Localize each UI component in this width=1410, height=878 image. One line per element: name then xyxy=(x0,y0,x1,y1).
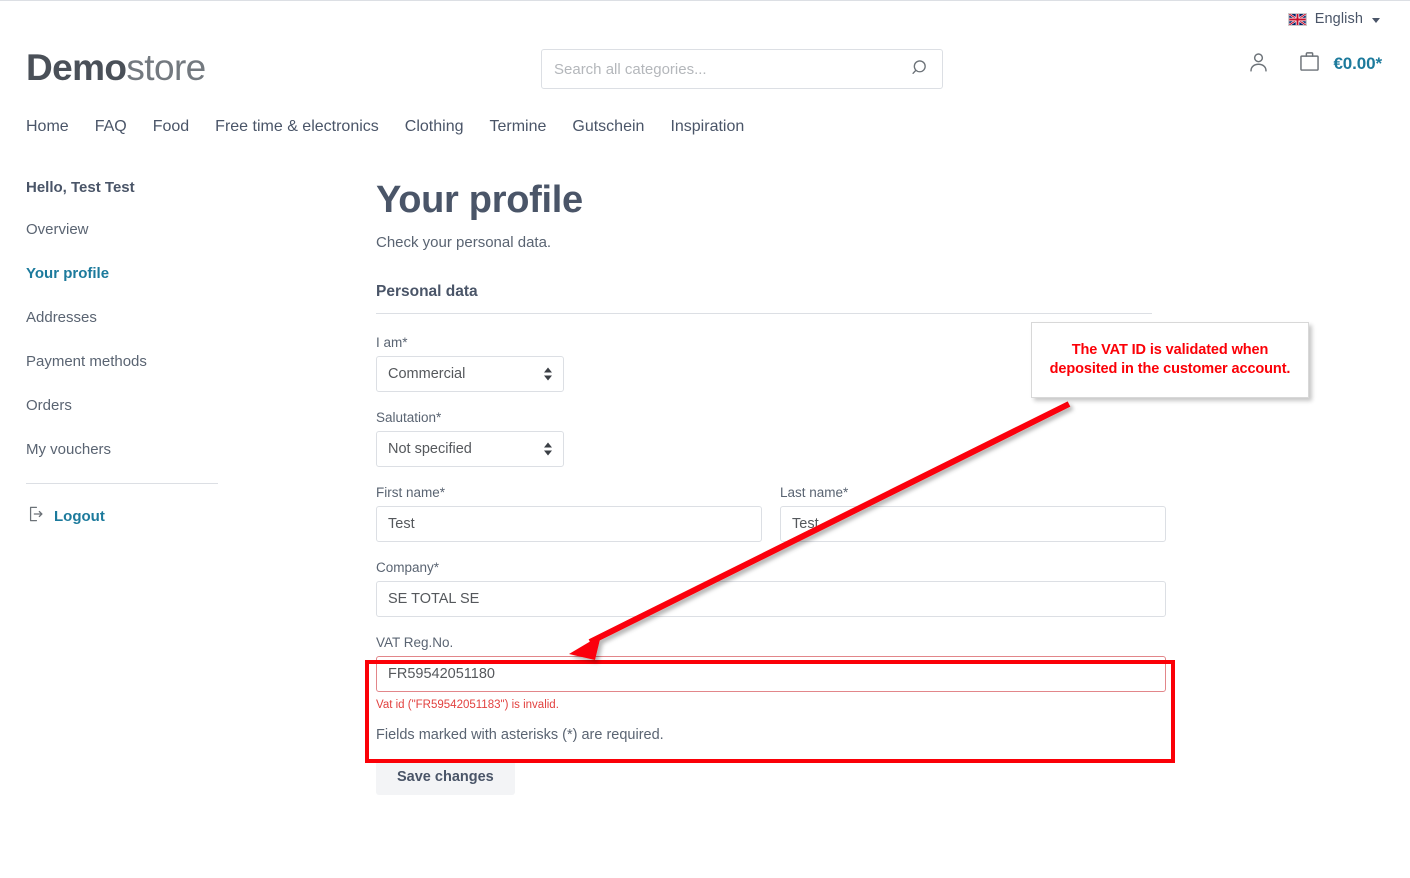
account-button[interactable] xyxy=(1246,50,1271,78)
company-label: Company* xyxy=(376,560,440,575)
i-am-selected-value: Commercial xyxy=(388,366,466,382)
logout-icon xyxy=(26,504,46,529)
sidebar-divider xyxy=(26,483,218,484)
cart-total-amount: €0.00* xyxy=(1333,54,1382,73)
profile-content: Your profile Check your personal data. P… xyxy=(376,177,1166,795)
logout-button[interactable]: Logout xyxy=(26,504,218,529)
site-header: Demostore Search all categories... €0.00… xyxy=(0,41,1410,103)
last-name-input[interactable] xyxy=(780,506,1166,542)
vat-input[interactable] xyxy=(376,656,1166,692)
sidebar-item-my-vouchers[interactable]: My vouchers xyxy=(26,439,218,461)
sidebar-item-payment-methods[interactable]: Payment methods xyxy=(26,351,218,373)
search-bar xyxy=(541,49,943,89)
salutation-selected-value: Not specified xyxy=(388,441,472,457)
salutation-label: Salutation* xyxy=(376,410,442,425)
cart-button[interactable]: €0.00* xyxy=(1297,49,1382,79)
save-changes-button[interactable]: Save changes xyxy=(376,759,515,795)
user-account-icon xyxy=(1246,50,1271,78)
nav-item-faq[interactable]: FAQ xyxy=(95,113,153,141)
logo-bold-part: Demo xyxy=(26,47,127,88)
section-title-personal-data: Personal data xyxy=(376,283,478,300)
select-updown-icon xyxy=(544,442,552,456)
nav-item-termine[interactable]: Termine xyxy=(489,113,572,141)
search-button[interactable] xyxy=(900,50,942,88)
last-name-label: Last name* xyxy=(780,485,849,500)
shopping-bag-icon xyxy=(1297,49,1322,79)
required-fields-hint: Fields marked with asterisks (*) are req… xyxy=(376,727,664,743)
sidebar-item-your-profile[interactable]: Your profile xyxy=(26,263,218,285)
logo-light-part: store xyxy=(126,47,206,88)
nav-item-home[interactable]: Home xyxy=(26,113,95,141)
sidebar-greeting: Hello, Test Test xyxy=(26,179,135,196)
field-first-name: First name* xyxy=(376,484,762,542)
nav-item-gutschein[interactable]: Gutschein xyxy=(572,113,670,141)
first-name-input[interactable] xyxy=(376,506,762,542)
page-root: English Demostore Search all categories.… xyxy=(0,0,1410,878)
sidebar-item-overview[interactable]: Overview xyxy=(26,219,218,241)
nav-item-free-time-electronics[interactable]: Free time & electronics xyxy=(215,113,405,141)
company-input[interactable] xyxy=(376,581,1166,617)
sidebar-item-addresses[interactable]: Addresses xyxy=(26,307,218,329)
account-sidebar: Hello, Test Test Overview Your profile A… xyxy=(26,177,218,529)
header-actions: €0.00* xyxy=(1246,49,1382,79)
i-am-select[interactable]: Commercial xyxy=(376,356,564,392)
field-last-name: Last name* xyxy=(780,484,1166,542)
field-company: Company* xyxy=(376,559,1166,617)
sidebar-item-orders[interactable]: Orders xyxy=(26,395,218,417)
uk-flag-icon xyxy=(1287,12,1307,26)
language-label: English xyxy=(1314,11,1363,27)
site-logo[interactable]: Demostore xyxy=(26,41,206,95)
first-name-label: First name* xyxy=(376,485,446,500)
select-updown-icon xyxy=(544,367,552,381)
nav-item-food[interactable]: Food xyxy=(153,113,215,141)
nav-item-clothing[interactable]: Clothing xyxy=(405,113,490,141)
name-fields-row: First name* Last name* xyxy=(376,484,1166,542)
field-vat-reg-no: VAT Reg.No. Vat id ("FR59542051183") is … xyxy=(376,634,1166,713)
annotation-callout: The VAT ID is validated when deposited i… xyxy=(1031,322,1309,398)
vat-label: VAT Reg.No. xyxy=(376,635,454,650)
utility-bar: English xyxy=(0,1,1410,43)
page-title: Your profile xyxy=(376,179,583,221)
annotation-callout-text: The VAT ID is validated when deposited i… xyxy=(1049,341,1291,378)
search-icon xyxy=(911,58,931,81)
page-subtitle: Check your personal data. xyxy=(376,234,552,251)
vat-error-message: Vat id ("FR59542051183") is invalid. xyxy=(376,699,559,711)
main-navigation: Home FAQ Food Free time & electronics Cl… xyxy=(26,113,770,141)
chevron-down-icon xyxy=(1372,17,1380,23)
field-salutation: Salutation* Not specified xyxy=(376,409,1166,467)
section-divider xyxy=(376,313,1152,314)
language-switcher[interactable]: English xyxy=(1287,11,1380,27)
salutation-select[interactable]: Not specified xyxy=(376,431,564,467)
search-input[interactable] xyxy=(542,50,902,88)
logout-label: Logout xyxy=(54,508,105,525)
nav-item-inspiration[interactable]: Inspiration xyxy=(670,113,770,141)
